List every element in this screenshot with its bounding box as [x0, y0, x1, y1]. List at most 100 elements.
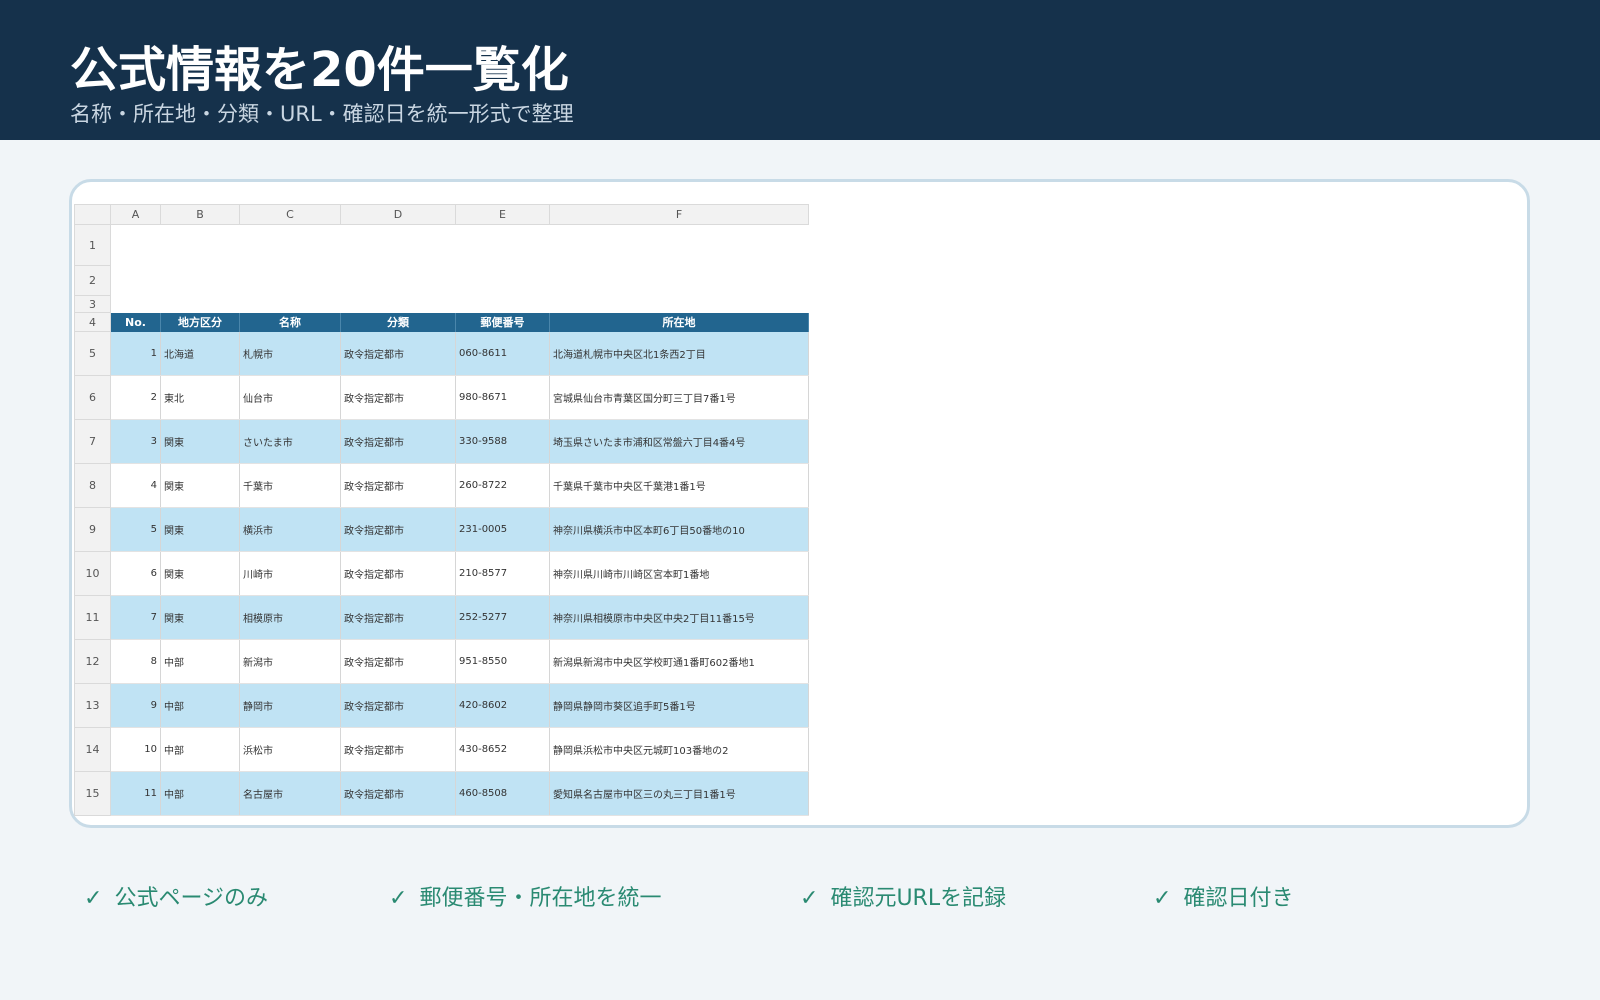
- cell-no[interactable]: 6: [110, 551, 161, 596]
- cell-category[interactable]: 政令指定都市: [340, 771, 456, 816]
- cell-category[interactable]: 政令指定都市: [340, 463, 456, 508]
- cell-name[interactable]: 静岡市: [239, 683, 341, 728]
- cell-no[interactable]: 10: [110, 727, 161, 772]
- cell-address[interactable]: 新潟県新潟市中央区学校町通1番町602番地1: [549, 639, 809, 684]
- row-number[interactable]: 1: [74, 224, 111, 266]
- cell-no[interactable]: 5: [110, 507, 161, 552]
- table-header-region[interactable]: 地方区分: [160, 312, 240, 332]
- cell-postal[interactable]: 060-8611: [455, 331, 550, 376]
- cell-no[interactable]: 3: [110, 419, 161, 464]
- column-header-a[interactable]: A: [110, 204, 161, 225]
- cell-address[interactable]: 埼玉県さいたま市浦和区常盤六丁目4番4号: [549, 419, 809, 464]
- cell-no[interactable]: 2: [110, 375, 161, 420]
- row-number[interactable]: 7: [74, 419, 111, 464]
- row-number[interactable]: 3: [74, 295, 111, 313]
- cell-region[interactable]: 北海道: [160, 331, 240, 376]
- cell-postal[interactable]: 460-8508: [455, 771, 550, 816]
- table-header-address[interactable]: 所在地: [549, 312, 809, 332]
- cell-region[interactable]: 中部: [160, 771, 240, 816]
- cell-no[interactable]: 11: [110, 771, 161, 816]
- cell-name[interactable]: 川崎市: [239, 551, 341, 596]
- cell-address[interactable]: 宮城県仙台市青葉区国分町三丁目7番1号: [549, 375, 809, 420]
- cell-name[interactable]: さいたま市: [239, 419, 341, 464]
- empty-row[interactable]: [110, 265, 809, 296]
- cell-address[interactable]: 神奈川県相模原市中央区中央2丁目11番15号: [549, 595, 809, 640]
- column-header-c[interactable]: C: [239, 204, 341, 225]
- row-number[interactable]: 11: [74, 595, 111, 640]
- cell-address[interactable]: 千葉県千葉市中央区千葉港1番1号: [549, 463, 809, 508]
- column-header-b[interactable]: B: [160, 204, 240, 225]
- cell-region[interactable]: 中部: [160, 639, 240, 684]
- cell-no[interactable]: 1: [110, 331, 161, 376]
- row-number[interactable]: 2: [74, 265, 111, 296]
- table-row[interactable]: 13 9 中部 静岡市 政令指定都市 420-8602 静岡県静岡市葵区追手町5番1号: [74, 683, 809, 728]
- cell-category[interactable]: 政令指定都市: [340, 375, 456, 420]
- table-row[interactable]: 15 11 中部 名古屋市 政令指定都市 460-8508 愛知県名古屋市中区三の丸三丁目1…: [74, 771, 809, 816]
- cell-name[interactable]: 横浜市: [239, 507, 341, 552]
- cell-address[interactable]: 愛知県名古屋市中区三の丸三丁目1番1号: [549, 771, 809, 816]
- column-header-e[interactable]: E: [455, 204, 550, 225]
- column-header-f[interactable]: F: [549, 204, 809, 225]
- cell-category[interactable]: 政令指定都市: [340, 727, 456, 772]
- cell-name[interactable]: 新潟市: [239, 639, 341, 684]
- cell-address[interactable]: 静岡県静岡市葵区追手町5番1号: [549, 683, 809, 728]
- cell-region[interactable]: 関東: [160, 595, 240, 640]
- cell-region[interactable]: 東北: [160, 375, 240, 420]
- empty-row[interactable]: [110, 295, 809, 313]
- cell-name[interactable]: 札幌市: [239, 331, 341, 376]
- table-row[interactable]: 5 1 北海道 札幌市 政令指定都市 060-8611 北海道札幌市中央区北1条西2丁目: [74, 331, 809, 376]
- cell-address[interactable]: 神奈川県横浜市中区本町6丁目50番地の10: [549, 507, 809, 552]
- cell-category[interactable]: 政令指定都市: [340, 419, 456, 464]
- row-number[interactable]: 4: [74, 312, 111, 332]
- row-number[interactable]: 9: [74, 507, 111, 552]
- cell-postal[interactable]: 252-5277: [455, 595, 550, 640]
- cell-region[interactable]: 関東: [160, 507, 240, 552]
- row-number[interactable]: 15: [74, 771, 111, 816]
- cell-address[interactable]: 神奈川県川崎市川崎区宮本町1番地: [549, 551, 809, 596]
- row-number[interactable]: 13: [74, 683, 111, 728]
- row-number[interactable]: 8: [74, 463, 111, 508]
- cell-region[interactable]: 関東: [160, 419, 240, 464]
- cell-category[interactable]: 政令指定都市: [340, 507, 456, 552]
- cell-category[interactable]: 政令指定都市: [340, 331, 456, 376]
- cell-name[interactable]: 相模原市: [239, 595, 341, 640]
- cell-category[interactable]: 政令指定都市: [340, 595, 456, 640]
- cell-region[interactable]: 中部: [160, 683, 240, 728]
- corner-cell[interactable]: [74, 204, 111, 225]
- cell-no[interactable]: 7: [110, 595, 161, 640]
- row-number[interactable]: 6: [74, 375, 111, 420]
- cell-name[interactable]: 浜松市: [239, 727, 341, 772]
- table-header-no[interactable]: No.: [110, 312, 161, 332]
- cell-postal[interactable]: 420-8602: [455, 683, 550, 728]
- table-row[interactable]: 8 4 関東 千葉市 政令指定都市 260-8722 千葉県千葉市中央区千葉港1番1号: [74, 463, 809, 508]
- cell-category[interactable]: 政令指定都市: [340, 683, 456, 728]
- table-header-postal[interactable]: 郵便番号: [455, 312, 550, 332]
- cell-region[interactable]: 中部: [160, 727, 240, 772]
- cell-category[interactable]: 政令指定都市: [340, 639, 456, 684]
- table-row[interactable]: 10 6 関東 川崎市 政令指定都市 210-8577 神奈川県川崎市川崎区宮本町1番地: [74, 551, 809, 596]
- cell-name[interactable]: 千葉市: [239, 463, 341, 508]
- cell-postal[interactable]: 951-8550: [455, 639, 550, 684]
- cell-region[interactable]: 関東: [160, 463, 240, 508]
- cell-address[interactable]: 北海道札幌市中央区北1条西2丁目: [549, 331, 809, 376]
- row-number[interactable]: 14: [74, 727, 111, 772]
- cell-no[interactable]: 4: [110, 463, 161, 508]
- cell-region[interactable]: 関東: [160, 551, 240, 596]
- cell-name[interactable]: 仙台市: [239, 375, 341, 420]
- row-number[interactable]: 12: [74, 639, 111, 684]
- table-row[interactable]: 7 3 関東 さいたま市 政令指定都市 330-9588 埼玉県さいたま市浦和区常盤六丁目4…: [74, 419, 809, 464]
- row-number[interactable]: 5: [74, 331, 111, 376]
- cell-category[interactable]: 政令指定都市: [340, 551, 456, 596]
- cell-no[interactable]: 9: [110, 683, 161, 728]
- cell-name[interactable]: 名古屋市: [239, 771, 341, 816]
- column-header-d[interactable]: D: [340, 204, 456, 225]
- cell-postal[interactable]: 231-0005: [455, 507, 550, 552]
- cell-postal[interactable]: 980-8671: [455, 375, 550, 420]
- cell-postal[interactable]: 210-8577: [455, 551, 550, 596]
- table-header-category[interactable]: 分類: [340, 312, 456, 332]
- table-row[interactable]: 11 7 関東 相模原市 政令指定都市 252-5277 神奈川県相模原市中央区中央2丁目1…: [74, 595, 809, 640]
- table-row[interactable]: 12 8 中部 新潟市 政令指定都市 951-8550 新潟県新潟市中央区学校町通1番町60…: [74, 639, 809, 684]
- table-row[interactable]: 14 10 中部 浜松市 政令指定都市 430-8652 静岡県浜松市中央区元城町103番地…: [74, 727, 809, 772]
- empty-row[interactable]: [110, 224, 809, 266]
- row-number[interactable]: 10: [74, 551, 111, 596]
